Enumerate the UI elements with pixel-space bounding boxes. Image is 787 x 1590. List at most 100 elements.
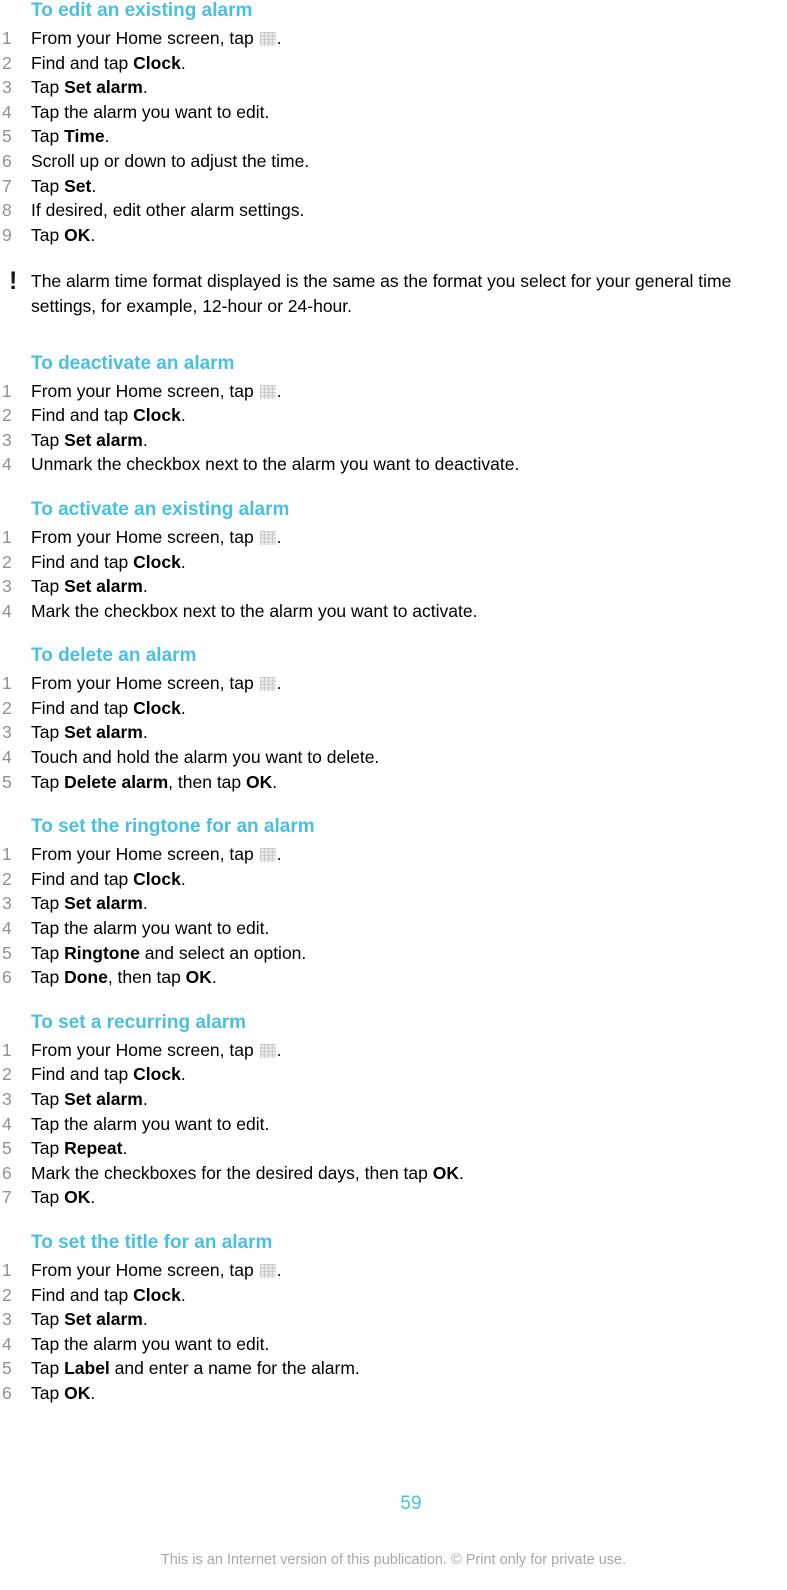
step-number: 6 <box>2 1382 12 1403</box>
step-item: 1 From your Home screen, tap . <box>0 1038 787 1063</box>
step-number: 2 <box>2 1064 12 1085</box>
step-ui-term: OK <box>64 1187 91 1208</box>
step-item: 3 Tap Set alarm. <box>0 75 787 100</box>
procedure-section: To deactivate an alarm 1 From your Home sc… <box>0 353 787 477</box>
step-ui-term: Delete alarm <box>64 771 169 792</box>
step-number: 4 <box>2 101 12 122</box>
step-item: 7 Tap Set. <box>0 174 787 199</box>
step-item: 6 Tap Done, then tap OK. <box>0 965 787 990</box>
step-text: Tap the alarm you want to edit. <box>31 918 270 939</box>
step-text: Tap Set alarm. <box>31 576 148 597</box>
app-drawer-grid-icon <box>259 1043 276 1058</box>
step-ui-term: OK <box>64 1382 91 1403</box>
step-number: 6 <box>2 1162 12 1183</box>
step-number: 8 <box>2 200 12 221</box>
step-item: 2 Find and tap Clock. <box>0 696 787 721</box>
step-text: Tap Repeat. <box>31 1138 128 1159</box>
exclamation-mark-icon: ! <box>9 267 18 296</box>
step-text: Tap OK. <box>31 1382 96 1403</box>
section-heading: To set the title for an alarm <box>31 1231 273 1253</box>
step-text: Tap Label and enter a name for the alarm… <box>31 1358 360 1379</box>
step-item: 1 From your Home screen, tap . <box>0 525 787 550</box>
step-number: 3 <box>2 1089 12 1109</box>
step-item: 2 Find and tap Clock. <box>0 1283 787 1308</box>
step-list: 1 From your Home screen, tap . 2 Find and t… <box>0 379 787 477</box>
step-text: From your Home screen, tap . <box>31 844 282 865</box>
step-item: 5 Tap Delete alarm, then tap OK. <box>0 770 787 795</box>
procedure-section: To set a recurring alarm 1 From your Home … <box>0 1012 787 1210</box>
step-item: 3 Tap Set alarm. <box>0 720 787 745</box>
step-number: 2 <box>2 551 12 572</box>
procedure-section: To set the ringtone for an alarm 1 From yo… <box>0 816 787 990</box>
step-text: Tap Delete alarm, then tap OK. <box>31 771 278 792</box>
step-item: 5 Tap Repeat. <box>0 1136 787 1161</box>
step-list: 1 From your Home screen, tap . 2 Find and t… <box>0 1258 787 1406</box>
step-item: 4 Unmark the checkbox next to the alarm y… <box>0 452 787 477</box>
step-number: 9 <box>2 224 12 245</box>
step-item: 8 If desired, edit other alarm settings. <box>0 198 787 223</box>
section-heading: To delete an alarm <box>31 645 197 667</box>
document-page: To edit an existing alarm 1 From your Home… <box>0 0 787 1590</box>
step-item: 2 Find and tap Clock. <box>0 51 787 76</box>
step-number: 3 <box>2 576 12 597</box>
procedure-section: To edit an existing alarm 1 From your Home… <box>0 0 787 247</box>
step-ui-term: Done <box>64 967 108 988</box>
step-text: From your Home screen, tap . <box>31 28 282 48</box>
step-text: Mark the checkboxes for the desired days… <box>31 1162 464 1183</box>
step-ui-term: OK <box>64 224 91 245</box>
step-item: 1 From your Home screen, tap . <box>0 379 787 404</box>
step-item: 5 Tap Time. <box>0 124 787 149</box>
page-content: To edit an existing alarm 1 From your Home… <box>0 0 787 1406</box>
step-ui-term: Clock <box>133 697 181 718</box>
step-list: 1 From your Home screen, tap . 2 Find and t… <box>0 842 787 990</box>
section-heading: To activate an existing alarm <box>31 498 290 520</box>
step-list: 1 From your Home screen, tap . 2 Find and t… <box>0 26 787 247</box>
step-ui-term: Time <box>64 126 105 147</box>
step-number: 2 <box>2 697 12 718</box>
step-ui-term: Set alarm <box>64 77 143 98</box>
step-text: Tap the alarm you want to edit. <box>31 101 270 122</box>
step-text: Unmark the checkbox next to the alarm yo… <box>31 454 520 475</box>
step-text: Find and tap Clock. <box>31 868 186 889</box>
step-text: Tap the alarm you want to edit. <box>31 1113 270 1134</box>
footer-copyright-note: This is an Internet version of this publ… <box>160 1552 627 1568</box>
step-ui-term: Label <box>64 1358 110 1379</box>
step-text: Tap Set alarm. <box>31 722 148 743</box>
step-ui-term: Clock <box>133 52 181 73</box>
step-item: 6 Tap OK. <box>0 1381 787 1406</box>
step-text: Tap Set alarm. <box>31 1309 148 1330</box>
step-text: Find and tap Clock. <box>31 697 186 718</box>
step-item: 1 From your Home screen, tap . <box>0 842 787 867</box>
step-item: 1 From your Home screen, tap . <box>0 671 787 696</box>
step-text: Tap Done, then tap OK. <box>31 967 217 988</box>
step-number: 4 <box>2 600 12 621</box>
app-drawer-grid-icon <box>259 677 276 692</box>
step-number: 1 <box>2 673 12 694</box>
step-item: 4 Mark the checkbox next to the alarm you… <box>0 599 787 624</box>
step-text: From your Home screen, tap . <box>31 1039 282 1060</box>
step-text: Tap OK. <box>31 224 96 245</box>
step-item: 4 Tap the alarm you want to edit. <box>0 1112 787 1137</box>
step-number: 6 <box>2 150 12 171</box>
step-text: If desired, edit other alarm settings. <box>31 200 305 221</box>
step-item: 4 Tap the alarm you want to edit. <box>0 1332 787 1357</box>
step-text: Find and tap Clock. <box>31 52 186 73</box>
step-item: 1 From your Home screen, tap . <box>0 1258 787 1283</box>
step-number: 1 <box>2 380 12 401</box>
step-ui-term: Clock <box>133 551 181 572</box>
step-item: 4 Touch and hold the alarm you want to de… <box>0 745 787 770</box>
note-line: settings, for example, 12-hour or 24-hou… <box>31 295 353 316</box>
section-heading: To set the ringtone for an alarm <box>31 816 315 838</box>
step-item: 3 Tap Set alarm. <box>0 1307 787 1332</box>
step-ui-term: Set alarm <box>64 576 143 597</box>
app-drawer-grid-icon <box>259 384 276 399</box>
step-text: From your Home screen, tap . <box>31 526 282 547</box>
step-number: 5 <box>2 942 12 963</box>
step-item: 9 Tap OK. <box>0 223 787 248</box>
step-text: Tap Ringtone and select an option. <box>31 942 307 963</box>
app-drawer-grid-icon <box>259 32 276 46</box>
step-text: From your Home screen, tap . <box>31 673 282 694</box>
step-number: 3 <box>2 893 12 914</box>
step-item: 3 Tap Set alarm. <box>0 428 787 453</box>
step-text: Mark the checkbox next to the alarm you … <box>31 600 478 621</box>
